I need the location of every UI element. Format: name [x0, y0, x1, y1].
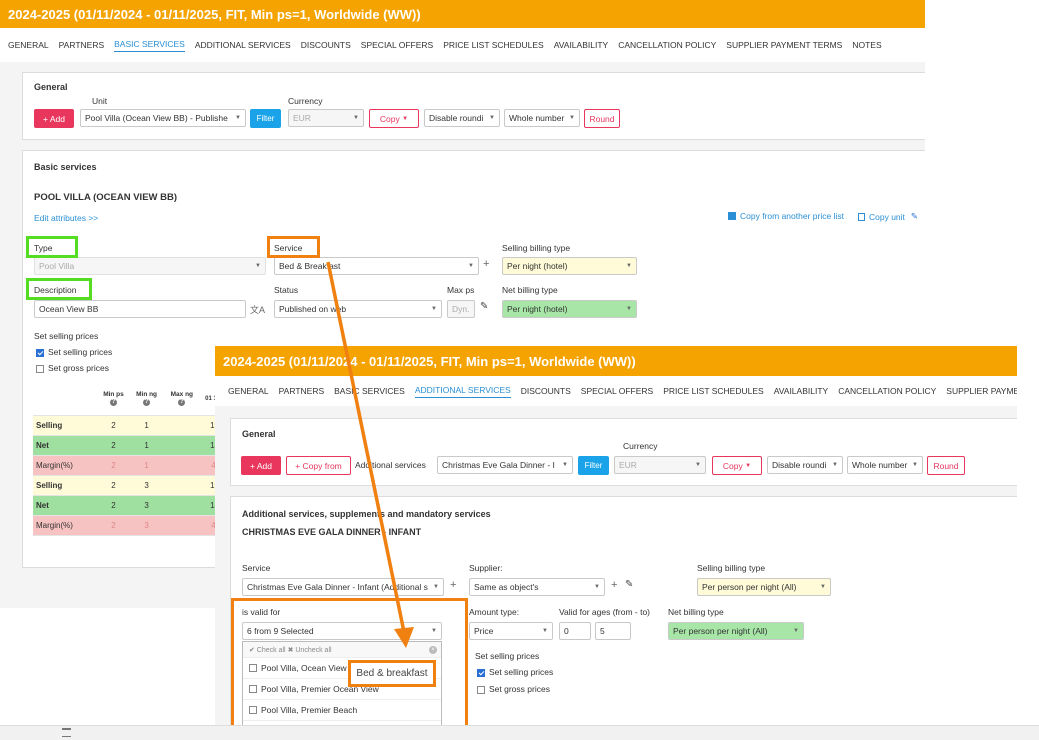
menu-icon[interactable]	[62, 728, 71, 737]
arrow-head-icon	[394, 627, 414, 648]
connector-arrow-line	[326, 261, 406, 633]
connector-arrow	[326, 261, 414, 648]
bottom-bar	[0, 725, 1039, 740]
